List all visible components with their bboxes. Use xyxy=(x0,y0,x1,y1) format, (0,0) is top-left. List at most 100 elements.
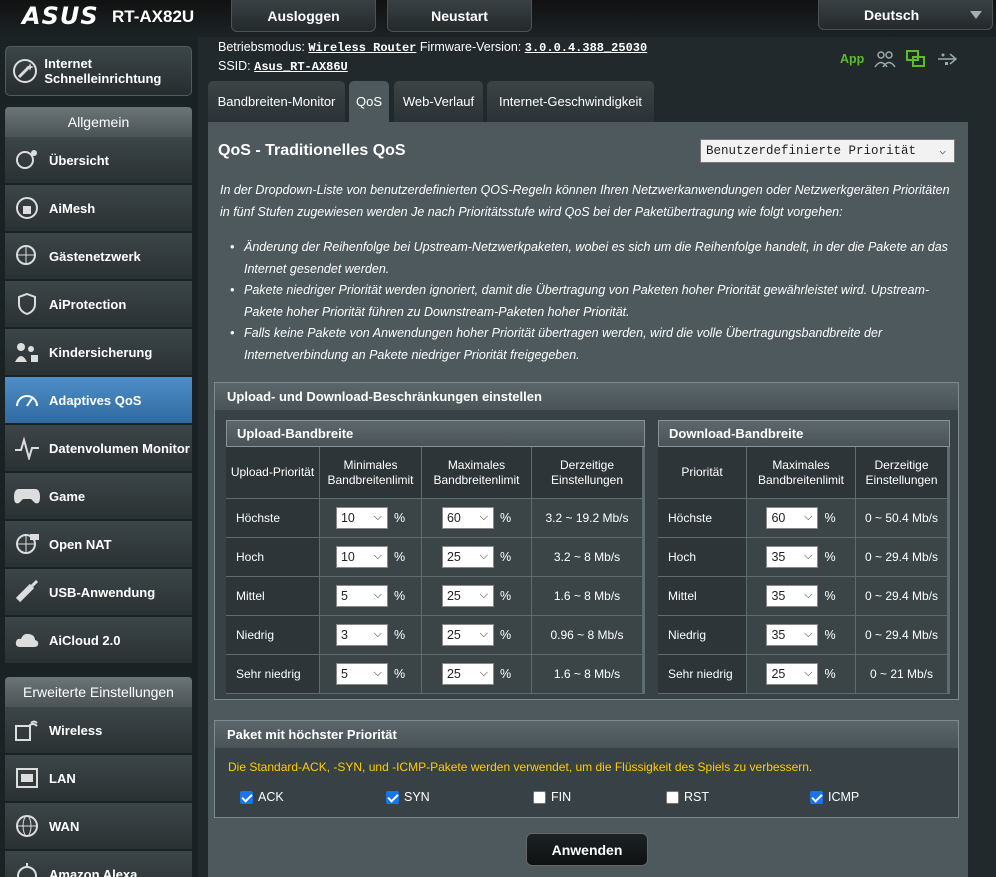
sidebar-item-label: Open NAT xyxy=(49,536,112,552)
download-current-setting: 0 ~ 29.4 Mb/s xyxy=(856,616,948,655)
upload-current-setting: 0.96 ~ 8 Mb/s xyxy=(532,616,643,655)
guest-network-icon xyxy=(5,244,49,268)
section-advanced: Erweiterte Einstellungen xyxy=(5,677,192,707)
qos-type-select[interactable]: Benutzerdefinierte Priorität ⌵ xyxy=(700,139,955,163)
percent-label: % xyxy=(499,550,512,564)
usb-icon[interactable] xyxy=(936,50,958,68)
bullet-text: Falls keine Pakete von Anwendungen hoher… xyxy=(244,326,883,362)
apply-button[interactable]: Anwenden xyxy=(526,833,648,866)
checkbox-label: SYN xyxy=(404,790,430,804)
upload-priority-label: Mittel xyxy=(226,577,320,616)
upload-min-limit-select[interactable]: 10 ⌵ xyxy=(335,546,388,568)
sidebar-item-lan[interactable]: LAN xyxy=(5,755,192,802)
ssid-label: SSID: xyxy=(218,59,251,73)
packet-flags: ACK SYN FIN RST ICMP xyxy=(208,790,968,810)
chevron-down-icon: ⌵ xyxy=(373,550,382,562)
upload-col-header: Minimales Bandbreitenlimit xyxy=(320,447,422,499)
checkbox-box[interactable] xyxy=(533,790,546,804)
chevron-down-icon: ⌵ xyxy=(373,628,382,640)
download-current-setting: 0 ~ 29.4 Mb/s xyxy=(856,538,948,577)
checkbox-box[interactable] xyxy=(240,790,253,804)
upload-max-limit-select[interactable]: 60 ⌵ xyxy=(441,507,494,529)
upload-max-limit-select[interactable]: 25 ⌵ xyxy=(441,624,494,646)
upload-min-limit-select[interactable]: 10 ⌵ xyxy=(335,507,388,529)
download-col-header: Priorität xyxy=(658,447,747,499)
checkbox-box[interactable] xyxy=(666,790,679,804)
chevron-down-icon: ⌵ xyxy=(373,511,382,523)
upload-current-setting: 1.6 ~ 8 Mb/s xyxy=(532,655,643,694)
firmware-link[interactable]: 3.0.0.4.388_25030 xyxy=(525,41,647,55)
upload-min-limit-select[interactable]: 5 ⌵ xyxy=(335,585,388,607)
clients-icon[interactable] xyxy=(874,50,896,68)
mode-link[interactable]: Wireless Router xyxy=(308,41,416,55)
tab-qos[interactable]: QoS xyxy=(349,81,389,122)
chevron-down-icon: ⌵ xyxy=(373,667,382,679)
app-link[interactable]: App xyxy=(840,52,864,66)
parental-control-icon xyxy=(5,340,49,364)
checkbox-icmp[interactable]: ICMP xyxy=(810,790,859,804)
sidebar-item-game[interactable]: Game xyxy=(5,473,192,520)
checkbox-syn[interactable]: SYN xyxy=(386,790,430,804)
upload-max-limit-select[interactable]: 25 ⌵ xyxy=(441,663,494,685)
percent-label: % xyxy=(499,511,512,525)
bullet-text: Änderung der Reihenfolge bei Upstream-Ne… xyxy=(244,240,948,276)
upload-min-limit-value: 5 xyxy=(340,667,348,681)
chevron-down-icon: ⌵ xyxy=(804,589,813,601)
percent-label: % xyxy=(824,511,836,525)
sidebar-item-aiprotection[interactable]: AiProtection xyxy=(5,281,192,328)
sidebar-item-gaestenetzwerk[interactable]: Gästenetzwerk xyxy=(5,233,192,280)
sidebar-item-aimesh[interactable]: AiMesh xyxy=(5,185,192,232)
ssid-link[interactable]: Asus_RT-AX86U xyxy=(254,60,348,74)
upload-max-limit-select[interactable]: 25 ⌵ xyxy=(441,585,494,607)
tab-internet-speed[interactable]: Internet-Geschwindigkeit xyxy=(487,81,654,122)
sidebar-item-aicloud-2-0[interactable]: AiCloud 2.0 xyxy=(5,617,192,664)
download-max-limit-select[interactable]: 25 ⌵ xyxy=(766,663,819,685)
chevron-down-icon: ⌵ xyxy=(804,511,813,523)
checkbox-box[interactable] xyxy=(386,790,399,804)
checkbox-rst[interactable]: RST xyxy=(666,790,709,804)
logout-button[interactable]: Ausloggen xyxy=(231,0,376,32)
checkbox-label: ICMP xyxy=(828,790,860,804)
download-priority-label: Niedrig xyxy=(658,616,747,655)
restart-button[interactable]: Neustart xyxy=(387,0,532,32)
sidebar-item-uebersicht[interactable]: Übersicht xyxy=(5,137,192,184)
upload-min-limit-select[interactable]: 5 ⌵ xyxy=(335,663,388,685)
network-icon[interactable] xyxy=(906,50,926,68)
sidebar-item-amazon-alexa[interactable]: Amazon Alexa xyxy=(5,851,192,877)
sidebar-item-datenvolumen-monitor[interactable]: Datenvolumen Monitor xyxy=(5,425,192,472)
chevron-down-icon: ⌵ xyxy=(939,146,946,158)
download-max-limit-select[interactable]: 35 ⌵ xyxy=(766,624,819,646)
download-max-limit-select[interactable]: 60 ⌵ xyxy=(766,507,819,529)
sidebar-item-label: AiMesh xyxy=(49,200,96,216)
sidebar-item-kindersicherung[interactable]: Kindersicherung xyxy=(5,329,192,376)
checkbox-box[interactable] xyxy=(810,790,823,804)
chevron-down-icon: ⌵ xyxy=(479,628,488,640)
download-max-limit-select[interactable]: 35 ⌵ xyxy=(766,546,819,568)
upload-min-limit-select[interactable]: 3 ⌵ xyxy=(335,624,388,646)
bullet-item: • Falls keine Pakete von Anwendungen hohe… xyxy=(230,326,883,362)
qos-description: In der Dropdown-Liste von benutzerdefini… xyxy=(220,183,950,219)
sidebar-item-usb-anwendung[interactable]: USB-Anwendung xyxy=(5,569,192,616)
upload-priority-label: Höchste xyxy=(226,499,320,538)
sidebar-item-adaptives-qos[interactable]: Adaptives QoS xyxy=(5,377,192,424)
checkbox-fin[interactable]: FIN xyxy=(533,790,571,804)
wireless-icon xyxy=(5,718,49,742)
upload-min-limit-value: 10 xyxy=(340,550,355,564)
quick-setup-button[interactable]: Internet Schnelleinrichtung xyxy=(5,46,192,96)
chevron-down-icon: ⌵ xyxy=(479,589,488,601)
sidebar-item-wan[interactable]: WAN xyxy=(5,803,192,850)
download-max-limit-select[interactable]: 35 ⌵ xyxy=(766,585,819,607)
language-select[interactable]: Deutsch xyxy=(818,0,993,30)
sidebar-item-wireless[interactable]: Wireless xyxy=(5,707,192,754)
upload-current-setting: 3.2 ~ 19.2 Mb/s xyxy=(532,499,643,538)
sidebar-item-label: Kindersicherung xyxy=(49,344,153,360)
upload-max-limit-select[interactable]: 25 ⌵ xyxy=(441,546,494,568)
speedometer-icon xyxy=(5,388,49,412)
upload-min-limit-value: 10 xyxy=(340,511,355,525)
download-current-setting: 0 ~ 21 Mb/s xyxy=(856,655,948,694)
upload-col-header: Upload-Priorität xyxy=(226,447,320,499)
checkbox-ack[interactable]: ACK xyxy=(240,790,284,804)
tab-web-history[interactable]: Web-Verlauf xyxy=(394,81,483,122)
sidebar-item-open-nat[interactable]: Open NAT xyxy=(5,521,192,568)
tab-bandwidth-monitor[interactable]: Bandbreiten-Monitor xyxy=(208,81,345,122)
